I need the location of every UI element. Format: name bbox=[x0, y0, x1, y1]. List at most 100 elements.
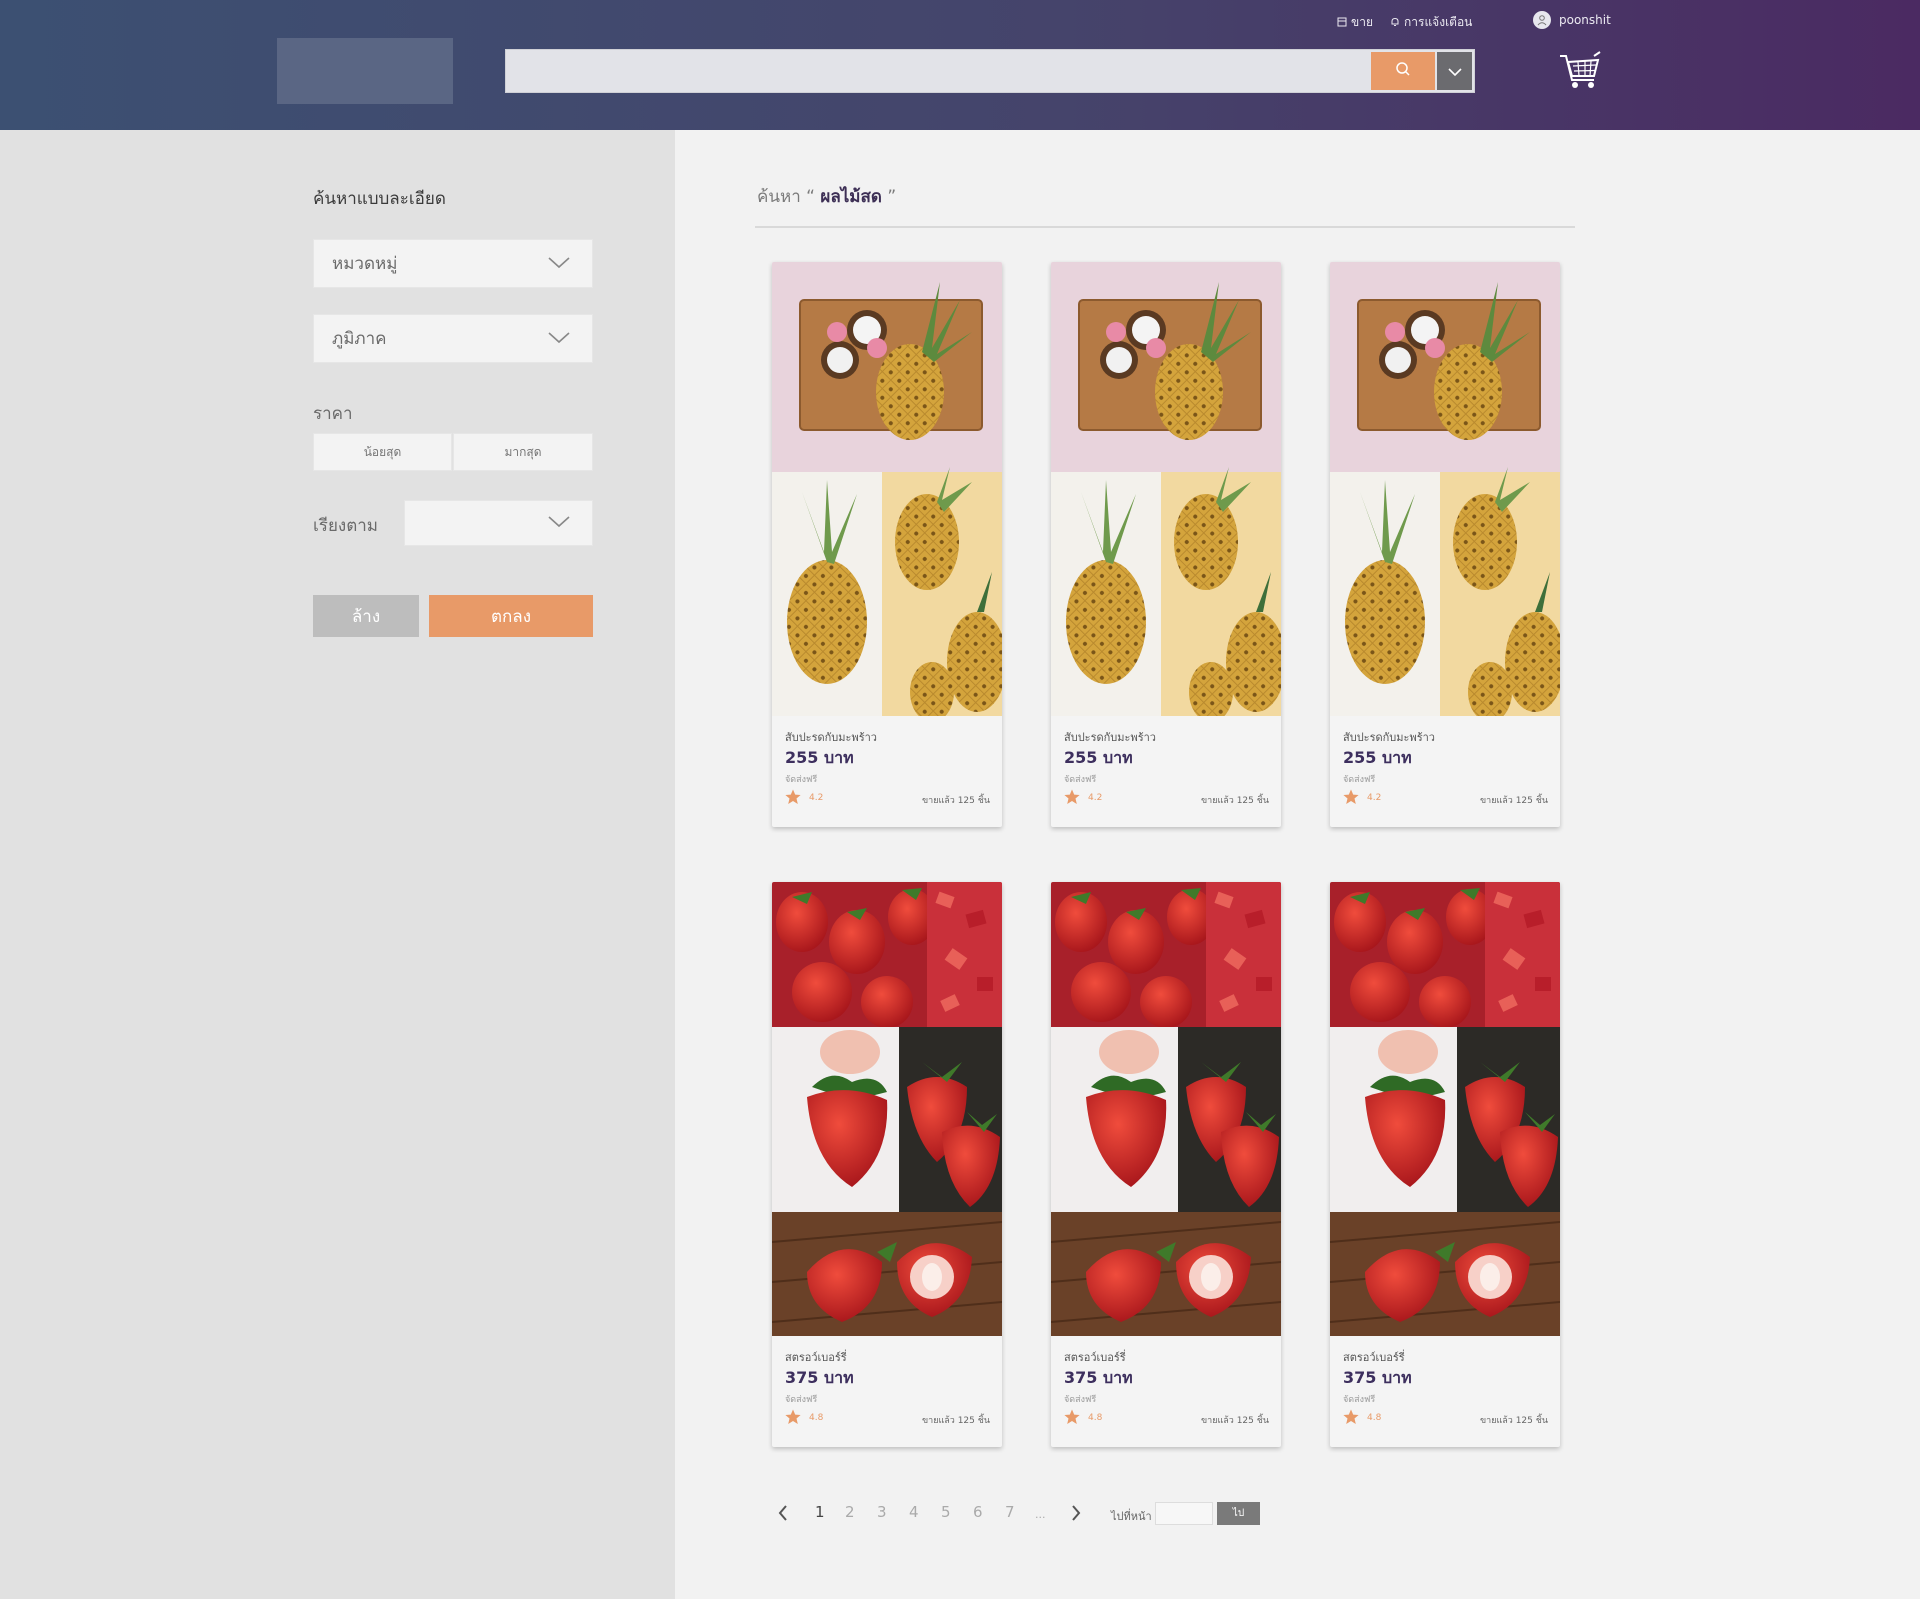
product-card[interactable]: สตรอว์เบอร์รี่ 375 บาท จัดส่งฟรี 4.8 ขาย… bbox=[1330, 882, 1560, 1447]
product-card[interactable]: สับปะรดกับมะพร้าว 255 บาท จัดส่งฟรี 4.2 … bbox=[1051, 262, 1281, 827]
product-rating: 4.8 bbox=[809, 1413, 824, 1423]
product-image bbox=[1330, 262, 1560, 716]
product-name: สับปะรดกับมะพร้าว bbox=[785, 731, 877, 744]
shipping-label: จัดส่งฟรี bbox=[785, 775, 818, 785]
cart-button[interactable] bbox=[1558, 48, 1602, 96]
page-7[interactable]: 7 bbox=[1005, 1503, 1015, 1521]
page-2[interactable]: 2 bbox=[845, 1503, 855, 1521]
product-image bbox=[1051, 262, 1281, 716]
product-image bbox=[1051, 882, 1281, 1336]
chevron-left-icon bbox=[778, 1505, 788, 1525]
product-card[interactable]: สับปะรดกับมะพร้าว 255 บาท จัดส่งฟรี 4.2 … bbox=[772, 262, 1002, 827]
product-name: สตรอว์เบอร์รี่ bbox=[1343, 1351, 1405, 1364]
goto-page-button[interactable]: ไป bbox=[1217, 1502, 1260, 1525]
search-result-title: ค้นหา “ ผลไม้สด ” bbox=[757, 183, 896, 210]
product-price: 255 บาท bbox=[785, 748, 854, 767]
page-4[interactable]: 4 bbox=[909, 1503, 919, 1521]
product-name: สตรอว์เบอร์รี่ bbox=[1064, 1351, 1126, 1364]
region-select[interactable]: ภูมิภาค bbox=[313, 314, 593, 363]
star-icon bbox=[1343, 789, 1359, 809]
search-suffix: ” bbox=[887, 187, 897, 207]
notification-link[interactable]: การแจ้งเตือน bbox=[1390, 13, 1472, 32]
product-image bbox=[1330, 882, 1560, 1336]
prev-page-button[interactable] bbox=[778, 1505, 788, 1525]
product-rating: 4.2 bbox=[1088, 793, 1103, 803]
product-name: สตรอว์เบอร์รี่ bbox=[785, 1351, 847, 1364]
product-rating: 4.8 bbox=[1367, 1413, 1382, 1423]
goto-page-label: ไปที่หน้า bbox=[1111, 1510, 1152, 1523]
sort-select[interactable] bbox=[404, 500, 593, 546]
sold-count: ขายแล้ว 125 ชิ้น bbox=[921, 796, 990, 806]
product-card[interactable]: สับปะรดกับมะพร้าว 255 บาท จัดส่งฟรี 4.2 … bbox=[1330, 262, 1560, 827]
product-price: 255 บาท bbox=[1343, 748, 1412, 767]
search-bar bbox=[505, 49, 1475, 93]
page-5[interactable]: 5 bbox=[941, 1503, 951, 1521]
product-image bbox=[772, 262, 1002, 716]
search-prefix: ค้นหา “ bbox=[757, 187, 815, 207]
sold-count: ขายแล้ว 125 ชิ้น bbox=[1479, 1416, 1548, 1426]
page-ellipsis: ... bbox=[1035, 1508, 1046, 1521]
logo[interactable] bbox=[277, 38, 453, 104]
product-price: 375 บาท bbox=[1343, 1368, 1412, 1387]
star-icon bbox=[1343, 1409, 1359, 1429]
search-term: ผลไม้สด bbox=[820, 187, 882, 207]
max-price-input[interactable] bbox=[453, 433, 593, 471]
sold-count: ขายแล้ว 125 ชิ้น bbox=[1479, 796, 1548, 806]
sold-count: ขายแล้ว 125 ชิ้น bbox=[1200, 796, 1269, 806]
avatar bbox=[1533, 11, 1551, 29]
page-1[interactable]: 1 bbox=[815, 1503, 825, 1521]
sold-count: ขายแล้ว 125 ชิ้น bbox=[1200, 1416, 1269, 1426]
category-select[interactable]: หมวดหมู่ bbox=[313, 239, 593, 288]
product-price: 375 บาท bbox=[1064, 1368, 1133, 1387]
sell-link[interactable]: ขาย bbox=[1337, 13, 1373, 32]
username: poonshit bbox=[1559, 13, 1611, 27]
filter-sidebar: ค้นหาแบบละเอียด หมวดหมู่ ภูมิภาค ราคา เร… bbox=[0, 130, 675, 1599]
star-icon bbox=[785, 789, 801, 809]
region-select-label: ภูมิภาค bbox=[332, 329, 387, 349]
star-icon bbox=[785, 1409, 801, 1429]
chevron-down-icon bbox=[1447, 62, 1462, 81]
shipping-label: จัดส่งฟรี bbox=[785, 1395, 818, 1405]
divider bbox=[755, 226, 1575, 228]
product-name: สับปะรดกับมะพร้าว bbox=[1343, 731, 1435, 744]
store-icon bbox=[1337, 16, 1347, 30]
search-input[interactable] bbox=[506, 50, 1366, 92]
search-button[interactable] bbox=[1371, 52, 1435, 90]
product-price: 255 บาท bbox=[1064, 748, 1133, 767]
sidebar-title: ค้นหาแบบละเอียด bbox=[313, 189, 446, 209]
shipping-label: จัดส่งฟรี bbox=[1064, 775, 1097, 785]
product-card[interactable]: สตรอว์เบอร์รี่ 375 บาท จัดส่งฟรี 4.8 ขาย… bbox=[1051, 882, 1281, 1447]
page-3[interactable]: 3 bbox=[877, 1503, 887, 1521]
cart-icon bbox=[1558, 51, 1602, 96]
page-6[interactable]: 6 bbox=[973, 1503, 983, 1521]
product-card[interactable]: สตรอว์เบอร์รี่ 375 บาท จัดส่งฟรี 4.8 ขาย… bbox=[772, 882, 1002, 1447]
clear-button-label: ล้าง bbox=[351, 606, 381, 627]
product-rating: 4.2 bbox=[1367, 793, 1382, 803]
apply-button[interactable]: ตกลง bbox=[429, 595, 593, 637]
product-name: สับปะรดกับมะพร้าว bbox=[1064, 731, 1156, 744]
bell-icon bbox=[1390, 16, 1400, 30]
product-rating: 4.2 bbox=[809, 793, 824, 803]
top-header: ขาย การแจ้งเตือน poonshit bbox=[0, 0, 1920, 130]
chevron-down-icon bbox=[548, 254, 570, 274]
price-label: ราคา bbox=[313, 404, 353, 424]
shipping-label: จัดส่งฟรี bbox=[1064, 1395, 1097, 1405]
shipping-label: จัดส่งฟรี bbox=[1343, 775, 1376, 785]
sold-count: ขายแล้ว 125 ชิ้น bbox=[921, 1416, 990, 1426]
chevron-down-icon bbox=[548, 329, 570, 349]
apply-button-label: ตกลง bbox=[490, 606, 532, 627]
search-icon bbox=[1395, 61, 1411, 81]
search-dropdown-button[interactable] bbox=[1437, 52, 1472, 90]
goto-page-button-label: ไป bbox=[1232, 1508, 1245, 1519]
min-price-input[interactable] bbox=[313, 433, 452, 471]
goto-page-input[interactable] bbox=[1155, 1502, 1213, 1525]
next-page-button[interactable] bbox=[1071, 1505, 1081, 1525]
clear-button[interactable]: ล้าง bbox=[313, 595, 419, 637]
shipping-label: จัดส่งฟรี bbox=[1343, 1395, 1376, 1405]
user-menu[interactable]: poonshit bbox=[1533, 11, 1611, 29]
product-rating: 4.8 bbox=[1088, 1413, 1103, 1423]
star-icon bbox=[1064, 1409, 1080, 1429]
category-select-label: หมวดหมู่ bbox=[332, 254, 398, 274]
chevron-right-icon bbox=[1071, 1505, 1081, 1525]
product-price: 375 บาท bbox=[785, 1368, 854, 1387]
